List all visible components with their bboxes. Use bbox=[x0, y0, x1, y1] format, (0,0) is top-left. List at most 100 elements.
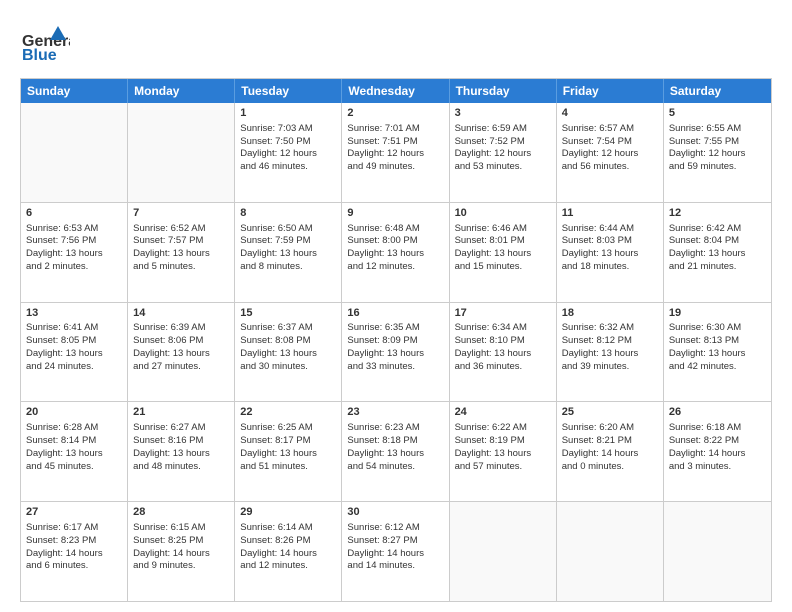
day-info-line: Sunrise: 6:20 AM bbox=[562, 422, 658, 435]
calendar-cell: 2Sunrise: 7:01 AMSunset: 7:51 PMDaylight… bbox=[342, 103, 449, 202]
day-info-line: and 9 minutes. bbox=[133, 560, 229, 573]
calendar-cell: 16Sunrise: 6:35 AMSunset: 8:09 PMDayligh… bbox=[342, 303, 449, 402]
day-info-line: Sunset: 8:01 PM bbox=[455, 235, 551, 248]
day-info-line: Sunset: 8:12 PM bbox=[562, 335, 658, 348]
calendar-cell: 17Sunrise: 6:34 AMSunset: 8:10 PMDayligh… bbox=[450, 303, 557, 402]
day-info-line: and 57 minutes. bbox=[455, 461, 551, 474]
day-info-line: Sunset: 8:27 PM bbox=[347, 535, 443, 548]
calendar-cell: 21Sunrise: 6:27 AMSunset: 8:16 PMDayligh… bbox=[128, 402, 235, 501]
header-day-wednesday: Wednesday bbox=[342, 79, 449, 103]
day-info-line: Daylight: 13 hours bbox=[347, 448, 443, 461]
day-number: 19 bbox=[669, 306, 766, 321]
header-day-thursday: Thursday bbox=[450, 79, 557, 103]
day-number: 21 bbox=[133, 405, 229, 420]
day-info-line: and 45 minutes. bbox=[26, 461, 122, 474]
day-number: 8 bbox=[240, 206, 336, 221]
day-info-line: Daylight: 13 hours bbox=[347, 248, 443, 261]
day-info-line: Sunrise: 6:52 AM bbox=[133, 223, 229, 236]
day-info-line: and 46 minutes. bbox=[240, 161, 336, 174]
day-info-line: Sunset: 8:26 PM bbox=[240, 535, 336, 548]
calendar-cell: 7Sunrise: 6:52 AMSunset: 7:57 PMDaylight… bbox=[128, 203, 235, 302]
day-number: 5 bbox=[669, 106, 766, 121]
day-info-line: Daylight: 12 hours bbox=[455, 148, 551, 161]
header-day-friday: Friday bbox=[557, 79, 664, 103]
day-info-line: Sunset: 8:05 PM bbox=[26, 335, 122, 348]
day-info-line: Sunrise: 6:28 AM bbox=[26, 422, 122, 435]
day-info-line: Sunrise: 6:34 AM bbox=[455, 322, 551, 335]
day-info-line: Sunrise: 6:46 AM bbox=[455, 223, 551, 236]
day-info-line: Sunrise: 6:59 AM bbox=[455, 123, 551, 136]
day-info-line: and 59 minutes. bbox=[669, 161, 766, 174]
day-info-line: and 2 minutes. bbox=[26, 261, 122, 274]
day-info-line: Sunrise: 6:27 AM bbox=[133, 422, 229, 435]
day-info-line: Sunset: 7:50 PM bbox=[240, 136, 336, 149]
day-number: 10 bbox=[455, 206, 551, 221]
calendar-cell: 14Sunrise: 6:39 AMSunset: 8:06 PMDayligh… bbox=[128, 303, 235, 402]
day-info-line: Daylight: 12 hours bbox=[347, 148, 443, 161]
day-info-line: Daylight: 13 hours bbox=[240, 248, 336, 261]
day-number: 11 bbox=[562, 206, 658, 221]
day-info-line: Sunrise: 6:18 AM bbox=[669, 422, 766, 435]
day-info-line: Sunrise: 6:30 AM bbox=[669, 322, 766, 335]
day-info-line: Sunrise: 6:44 AM bbox=[562, 223, 658, 236]
day-info-line: Sunset: 7:56 PM bbox=[26, 235, 122, 248]
calendar-row-2: 6Sunrise: 6:53 AMSunset: 7:56 PMDaylight… bbox=[21, 203, 771, 303]
day-number: 16 bbox=[347, 306, 443, 321]
day-info-line: and 12 minutes. bbox=[347, 261, 443, 274]
day-number: 26 bbox=[669, 405, 766, 420]
day-info-line: and 15 minutes. bbox=[455, 261, 551, 274]
page: General Blue SundayMondayTuesdayWednesda… bbox=[0, 0, 792, 612]
day-info-line: and 3 minutes. bbox=[669, 461, 766, 474]
logo: General Blue bbox=[20, 18, 70, 68]
header-day-tuesday: Tuesday bbox=[235, 79, 342, 103]
day-info-line: and 36 minutes. bbox=[455, 361, 551, 374]
calendar-cell: 20Sunrise: 6:28 AMSunset: 8:14 PMDayligh… bbox=[21, 402, 128, 501]
day-number: 6 bbox=[26, 206, 122, 221]
svg-text:Blue: Blue bbox=[22, 47, 57, 64]
calendar: SundayMondayTuesdayWednesdayThursdayFrid… bbox=[20, 78, 772, 602]
day-number: 13 bbox=[26, 306, 122, 321]
day-info-line: Daylight: 13 hours bbox=[26, 348, 122, 361]
day-number: 22 bbox=[240, 405, 336, 420]
day-info-line: Sunrise: 6:50 AM bbox=[240, 223, 336, 236]
day-info-line: Sunrise: 7:03 AM bbox=[240, 123, 336, 136]
day-info-line: and 54 minutes. bbox=[347, 461, 443, 474]
day-info-line: Sunrise: 6:39 AM bbox=[133, 322, 229, 335]
calendar-row-5: 27Sunrise: 6:17 AMSunset: 8:23 PMDayligh… bbox=[21, 502, 771, 601]
day-info-line: Sunrise: 6:48 AM bbox=[347, 223, 443, 236]
calendar-row-3: 13Sunrise: 6:41 AMSunset: 8:05 PMDayligh… bbox=[21, 303, 771, 403]
day-info-line: Sunrise: 6:14 AM bbox=[240, 522, 336, 535]
day-number: 25 bbox=[562, 405, 658, 420]
day-number: 30 bbox=[347, 505, 443, 520]
day-number: 12 bbox=[669, 206, 766, 221]
day-number: 18 bbox=[562, 306, 658, 321]
day-info-line: Sunset: 8:06 PM bbox=[133, 335, 229, 348]
day-info-line: Sunrise: 6:57 AM bbox=[562, 123, 658, 136]
day-info-line: and 14 minutes. bbox=[347, 560, 443, 573]
day-info-line: Sunrise: 6:35 AM bbox=[347, 322, 443, 335]
day-info-line: Sunset: 8:14 PM bbox=[26, 435, 122, 448]
day-info-line: Daylight: 13 hours bbox=[133, 248, 229, 261]
day-info-line: Daylight: 13 hours bbox=[240, 348, 336, 361]
day-info-line: Sunrise: 6:12 AM bbox=[347, 522, 443, 535]
day-info-line: Sunrise: 6:15 AM bbox=[133, 522, 229, 535]
day-info-line: and 49 minutes. bbox=[347, 161, 443, 174]
day-info-line: and 27 minutes. bbox=[133, 361, 229, 374]
day-info-line: Daylight: 13 hours bbox=[26, 448, 122, 461]
day-info-line: Sunrise: 6:17 AM bbox=[26, 522, 122, 535]
day-info-line: Sunrise: 6:25 AM bbox=[240, 422, 336, 435]
day-info-line: Sunrise: 6:42 AM bbox=[669, 223, 766, 236]
day-info-line: Daylight: 13 hours bbox=[240, 448, 336, 461]
day-number: 3 bbox=[455, 106, 551, 121]
day-info-line: Daylight: 13 hours bbox=[133, 348, 229, 361]
day-info-line: Daylight: 13 hours bbox=[133, 448, 229, 461]
calendar-row-4: 20Sunrise: 6:28 AMSunset: 8:14 PMDayligh… bbox=[21, 402, 771, 502]
header-day-saturday: Saturday bbox=[664, 79, 771, 103]
calendar-cell: 23Sunrise: 6:23 AMSunset: 8:18 PMDayligh… bbox=[342, 402, 449, 501]
day-number: 7 bbox=[133, 206, 229, 221]
calendar-cell: 12Sunrise: 6:42 AMSunset: 8:04 PMDayligh… bbox=[664, 203, 771, 302]
day-info-line: Daylight: 14 hours bbox=[562, 448, 658, 461]
day-info-line: Sunset: 8:03 PM bbox=[562, 235, 658, 248]
day-number: 1 bbox=[240, 106, 336, 121]
calendar-cell: 27Sunrise: 6:17 AMSunset: 8:23 PMDayligh… bbox=[21, 502, 128, 601]
